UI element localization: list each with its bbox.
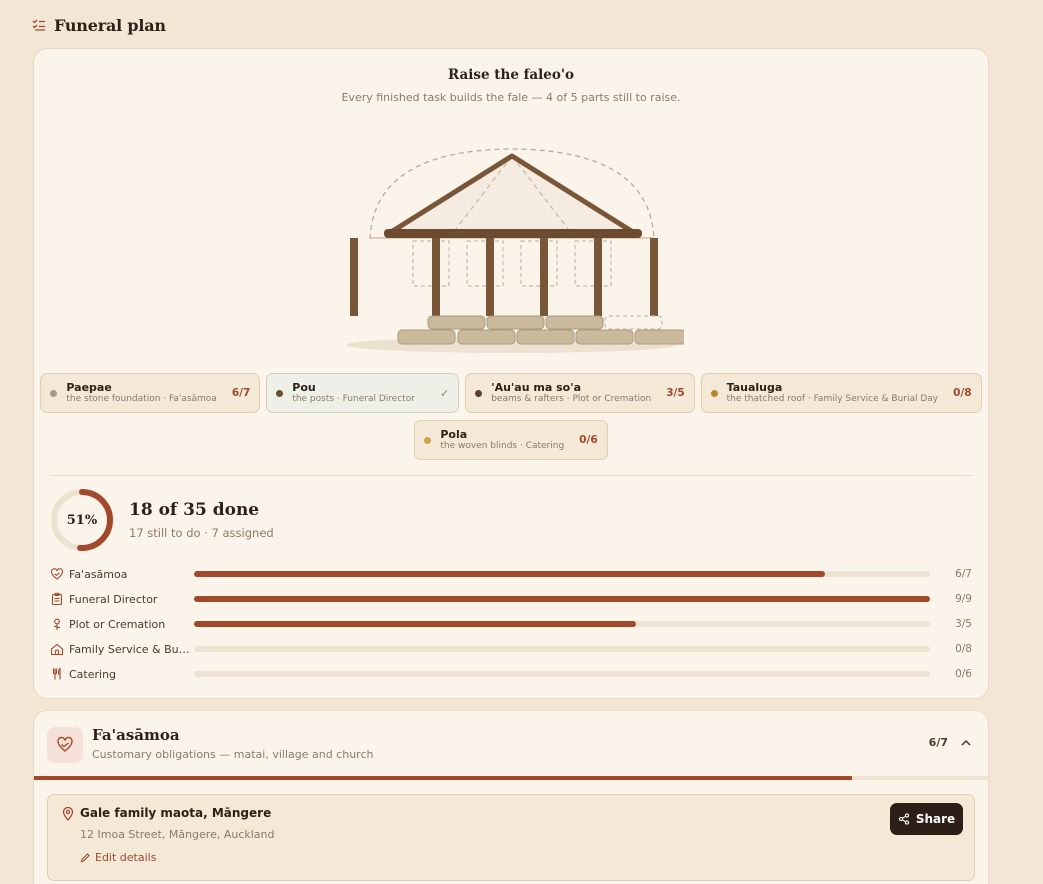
- divider: [50, 475, 972, 476]
- part-name: Taualuga: [726, 381, 783, 394]
- fale-part-taualuga[interactable]: Taualuga the thatched roof · Family Servi…: [700, 373, 982, 413]
- check-icon: ✓: [440, 386, 450, 400]
- utensils-icon: [50, 667, 64, 681]
- part-name: Pola: [440, 428, 468, 441]
- category-count: 9/9: [955, 593, 972, 605]
- location-address: 12 Imoa Street, Māngere, Auckland: [80, 828, 275, 841]
- part-description: the stone foundation · Fa'asāmoa: [66, 394, 217, 405]
- part-status-dot: [50, 389, 58, 397]
- category-label: Fa'asāmoa: [69, 567, 128, 581]
- fale-part-pou[interactable]: Pou the posts · Funeral Director ✓: [266, 373, 460, 413]
- part-count: 6/7: [231, 387, 251, 399]
- location-card: Gale family maota, Māngere 12 Imoa Stree…: [47, 794, 975, 881]
- section-faasamoa: Fa'asāmoa Customary obligations — matai,…: [33, 710, 989, 884]
- share-label: Share: [915, 812, 956, 826]
- category-progress-track: [194, 646, 930, 652]
- clipboard-icon: [50, 592, 64, 606]
- chapel-icon: [50, 642, 64, 656]
- pencil-icon: [80, 853, 90, 863]
- fale-part-au-au-ma-so-a[interactable]: 'Au'au ma so'a beams & rafters · Plot or …: [465, 373, 695, 413]
- section-title: Fa'asāmoa: [92, 726, 180, 744]
- fale-subtitle: Every finished task builds the fale — 4 …: [341, 91, 681, 104]
- part-status-dot: [424, 436, 432, 444]
- share-icon: [898, 813, 909, 825]
- fale-part-pola[interactable]: Pola the woven blinds · Catering 0/6: [414, 420, 608, 460]
- chevron-up-icon: [961, 739, 971, 746]
- category-label: Funeral Director: [69, 592, 158, 606]
- section-progress-track: [34, 776, 988, 780]
- fale-parts-row-2: Pola the woven blinds · Catering 0/6: [34, 420, 988, 460]
- fale-title: Raise the faleo'o: [447, 67, 575, 83]
- category-progress-fill: [194, 621, 636, 627]
- part-name: 'Au'au ma so'a: [491, 381, 581, 394]
- category-label: Catering: [69, 667, 117, 681]
- category-count: 3/5: [955, 618, 972, 630]
- edit-details-link[interactable]: Edit details: [80, 851, 156, 864]
- category-progress-track: [194, 571, 930, 577]
- category-progress-plot-or-cremation[interactable]: Plot or Cremation 3/5: [50, 614, 972, 634]
- part-text: Pola the woven blinds · Catering: [440, 428, 564, 452]
- fale-progress-card: Raise the faleo'o Every finished task bu…: [33, 48, 989, 699]
- heart-hand-icon: [50, 567, 64, 581]
- part-description: the woven blinds · Catering: [440, 441, 565, 452]
- map-pin-icon: [62, 807, 74, 821]
- checklist-icon: [32, 18, 46, 32]
- part-text: 'Au'au ma so'a beams & rafters · Plot or …: [491, 381, 651, 405]
- category-progress-track: [194, 671, 930, 677]
- category-progress-track: [194, 596, 930, 602]
- part-name: Pou: [292, 381, 316, 394]
- flower-icon: [50, 617, 64, 631]
- part-name: Paepae: [66, 381, 112, 394]
- page-header: Funeral plan: [32, 14, 166, 36]
- category-count: 0/6: [955, 668, 972, 680]
- category-label: Family Service & Burial Day: [69, 642, 193, 656]
- category-label: Plot or Cremation: [69, 617, 166, 631]
- part-status-dot: [710, 389, 718, 397]
- part-count: 3/5: [666, 387, 685, 399]
- done-count-subtitle: 17 still to do · 7 assigned: [129, 526, 274, 540]
- location-name: Gale family maota, Māngere: [80, 806, 272, 820]
- part-description: beams & rafters · Plot or Cremation: [491, 394, 652, 405]
- share-button[interactable]: Share: [890, 803, 963, 835]
- section-subtitle: Customary obligations — matai, village a…: [92, 748, 374, 761]
- part-text: Pou the posts · Funeral Director: [292, 381, 415, 405]
- part-count: 0/6: [579, 434, 598, 446]
- done-count-title: 18 of 35 done: [129, 500, 260, 520]
- part-count: 0/8: [953, 387, 972, 399]
- category-progress-fill: [194, 571, 825, 577]
- collapse-toggle[interactable]: [958, 735, 974, 751]
- category-progress-fa-as-moa[interactable]: Fa'asāmoa 6/7: [50, 564, 972, 584]
- part-description: the posts · Funeral Director: [292, 394, 415, 405]
- page-title: Funeral plan: [54, 15, 166, 35]
- category-progress-catering[interactable]: Catering 0/6: [50, 664, 972, 684]
- category-progress-fill: [194, 596, 930, 602]
- category-count: 0/8: [955, 643, 972, 655]
- category-progress-track: [194, 621, 930, 627]
- part-text: Paepae the stone foundation · Fa'asāmoa: [66, 381, 216, 405]
- part-status-dot: [276, 389, 284, 397]
- section-count: 6/7: [928, 736, 948, 749]
- part-text: Taualuga the thatched roof · Family Servi…: [727, 381, 939, 405]
- fale-parts-row-1: Paepae the stone foundation · Fa'asāmoa 6/…: [34, 373, 988, 413]
- category-progress-funeral-director[interactable]: Funeral Director 9/9: [50, 589, 972, 609]
- part-description: the thatched roof · Family Service & Bur…: [726, 394, 939, 405]
- fale-part-paepae[interactable]: Paepae the stone foundation · Fa'asāmoa 6/…: [40, 373, 261, 413]
- category-progress-family-service-burial-day[interactable]: Family Service & Burial Day 0/8: [50, 639, 972, 659]
- category-count: 6/7: [955, 568, 972, 580]
- part-status-dot: [475, 389, 483, 397]
- section-progress-fill: [34, 776, 852, 780]
- heart-hand-icon: [47, 727, 83, 763]
- fale-illustration: [346, 148, 684, 353]
- progress-percent: 51%: [66, 512, 98, 528]
- edit-details-label: Edit details: [95, 851, 157, 864]
